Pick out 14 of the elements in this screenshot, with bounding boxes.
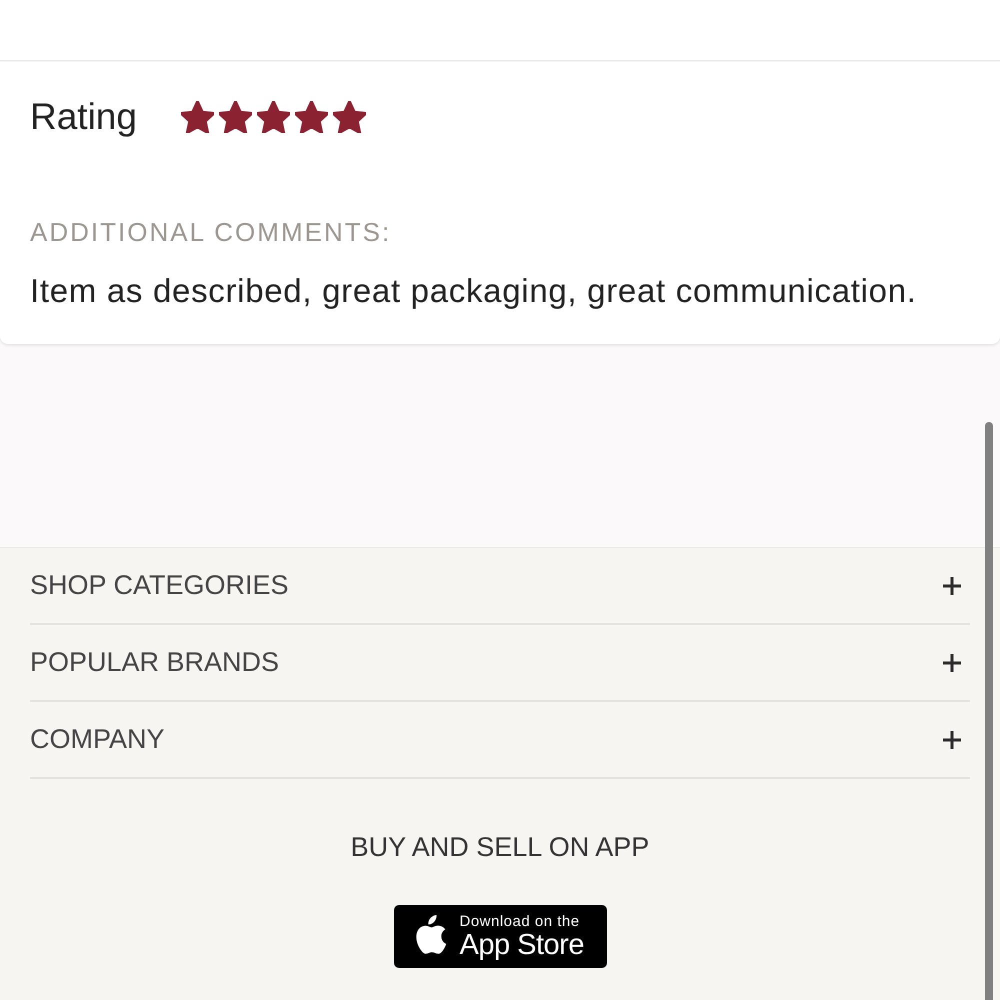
rating-label: Rating xyxy=(30,95,137,139)
comment-text: Item as described, great packaging, great communication. xyxy=(30,272,918,310)
accordion-header[interactable]: COMPANY xyxy=(30,702,970,779)
accordion-header[interactable]: POPULAR BRANDS xyxy=(30,625,970,702)
star-icon xyxy=(256,101,290,133)
app-store-badge[interactable]: Download on the App Store xyxy=(394,905,606,968)
star-icon xyxy=(180,101,214,133)
star-icon xyxy=(218,101,252,133)
accordion-header[interactable]: SHOP CATEGORIES xyxy=(30,548,970,625)
scrollbar-thumb[interactable] xyxy=(985,422,993,1000)
app-heading: BUY AND SELL ON APP xyxy=(350,831,650,863)
star-icon xyxy=(294,101,328,133)
star-icon xyxy=(332,101,366,133)
comments-label: ADDITIONAL COMMENTS: xyxy=(30,217,392,247)
